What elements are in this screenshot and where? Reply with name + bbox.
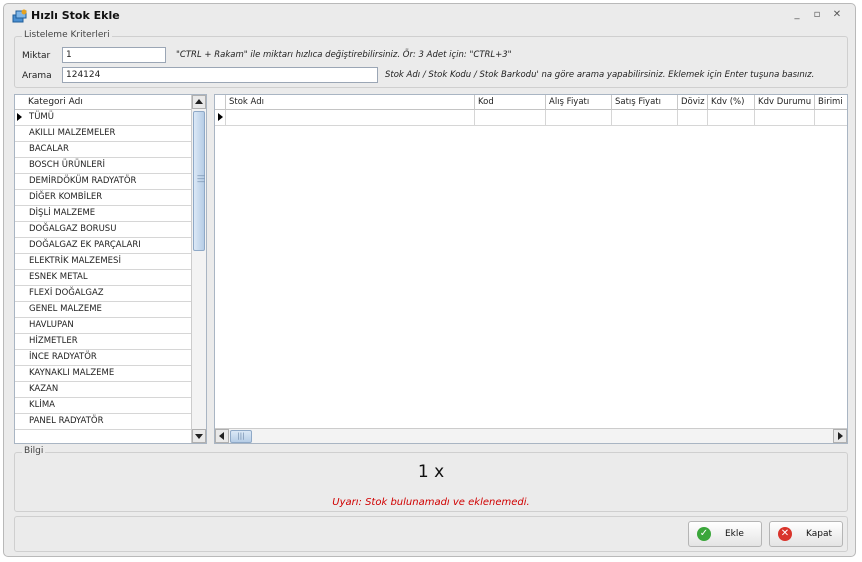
quantity-hint: "CTRL + Rakam" ile miktarı hızlıca değiş… [176,50,512,60]
scroll-down-button[interactable] [192,429,206,443]
horizontal-scroll-thumb[interactable]: ||| [230,430,252,443]
check-icon: ✓ [697,527,711,541]
close-button-label: Kapat [806,529,833,539]
category-item[interactable]: ELEKTRİK MALZEMESİ [15,254,191,270]
category-item-label: GENEL MALZEME [29,304,102,314]
grid-cell[interactable] [755,110,815,126]
category-item-label: AKILLI MALZEMELER [29,128,116,138]
search-input[interactable]: 124124 [62,67,378,83]
category-item-label: FLEXİ DOĞALGAZ [29,288,104,298]
category-item[interactable]: AKILLI MALZEMELER [15,126,191,142]
column-header[interactable]: Kod [475,95,546,110]
search-label: Arama [22,71,52,81]
search-hint: Stok Adı / Stok Kodu / Stok Barkodu' na … [385,70,815,80]
criteria-legend: Listeleme Kriterleri [22,30,112,40]
category-item[interactable]: DOĞALGAZ EK PARÇALARI [15,238,191,254]
category-list: Kategori Adı TÜMÜ AKILLI MALZEMELER BACALA… [14,94,207,444]
category-item[interactable]: KAYNAKLI MALZEME [15,366,191,382]
row-indicator [215,110,226,126]
scroll-left-button[interactable] [215,429,229,443]
current-row-icon [17,113,22,121]
column-header[interactable]: Döviz [678,95,708,110]
window-title: Hızlı Stok Ekle [31,9,120,22]
close-icon[interactable]: ✕ [830,8,844,22]
category-header: Kategori Adı [15,95,191,110]
category-item-label: DOĞALGAZ EK PARÇALARI [29,240,141,250]
scroll-right-button[interactable] [833,429,847,443]
grip-icon: — — — [197,171,205,186]
category-item-label: DOĞALGAZ BORUSU [29,224,117,234]
category-item[interactable]: ESNEK METAL [15,270,191,286]
grid-cell[interactable] [678,110,708,126]
category-item[interactable]: HİZMETLER [15,334,191,350]
category-item[interactable]: HAVLUPAN [15,318,191,334]
app-icon [12,9,27,23]
category-item-label: PANEL RADYATÖR [29,416,104,426]
quantity-display: 1 x [417,462,445,482]
category-item-label: DİĞER KOMBİLER [29,192,103,202]
category-item-label: DİŞLİ MALZEME [29,208,96,218]
category-item[interactable]: DOĞALGAZ BORUSU [15,222,191,238]
category-item-label: KLİMA [29,400,55,410]
category-item-label: TÜMÜ [29,112,54,122]
category-item[interactable]: BOSCH ÜRÜNLERİ [15,158,191,174]
column-header[interactable]: Alış Fiyatı [546,95,612,110]
category-item[interactable]: DİĞER KOMBİLER [15,190,191,206]
info-legend: Bilgi [22,446,46,456]
category-item[interactable]: BACALAR [15,142,191,158]
add-button[interactable]: ✓ Ekle [688,521,762,547]
category-item-label: KAYNAKLI MALZEME [29,368,115,378]
category-item[interactable]: KAZAN [15,382,191,398]
scroll-up-button[interactable] [192,95,206,109]
stock-grid[interactable]: Stok Adı Kod Alış Fiyatı Satış Fiyatı Dö… [214,94,848,444]
chevron-up-icon [195,99,203,104]
chevron-left-icon [219,432,224,440]
grid-cell[interactable] [815,110,847,126]
category-item[interactable]: PANEL RADYATÖR [15,414,191,430]
title-bar: Hızlı Stok Ekle _ ▫ ✕ [4,4,855,28]
category-item[interactable]: GENEL MALZEME [15,302,191,318]
add-button-label: Ekle [725,529,744,539]
category-item-label: HİZMETLER [29,336,78,346]
category-header-label: Kategori Adı [28,97,83,107]
maximize-icon[interactable]: ▫ [810,8,824,22]
category-item[interactable]: FLEXİ DOĞALGAZ [15,286,191,302]
category-item-label: ESNEK METAL [29,272,88,282]
row-indicator-header [215,95,226,110]
chevron-right-icon [838,432,843,440]
category-item-label: HAVLUPAN [29,320,74,330]
category-item-label: BACALAR [29,144,69,154]
category-item[interactable]: DİŞLİ MALZEME [15,206,191,222]
column-header[interactable]: Birimi [815,95,847,110]
grid-cell[interactable] [612,110,678,126]
category-item-label: ELEKTRİK MALZEMESİ [29,256,121,266]
close-circle-icon: ✕ [778,527,792,541]
warning-message: Uyarı: Stok bulunamadı ve eklenemedi. [332,497,530,508]
scroll-thumb[interactable]: — — — [193,111,205,251]
category-item[interactable]: İNCE RADYATÖR [15,350,191,366]
category-item[interactable]: DEMİRDÖKÜM RADYATÖR [15,174,191,190]
current-row-icon [218,113,223,121]
quantity-label: Miktar [22,51,51,61]
column-header[interactable]: Stok Adı [226,95,475,110]
grid-cell[interactable] [226,110,475,126]
grid-cell[interactable] [546,110,612,126]
column-header[interactable]: Satış Fiyatı [612,95,678,110]
category-scrollbar[interactable]: — — — [191,95,206,443]
column-header[interactable]: Kdv Durumu [755,95,815,110]
chevron-down-icon [195,434,203,439]
grid-cell[interactable] [708,110,755,126]
category-item[interactable]: KLİMA [15,398,191,414]
close-button[interactable]: ✕ Kapat [769,521,843,547]
category-item-label: KAZAN [29,384,59,394]
grid-horizontal-scrollbar[interactable]: ||| [215,428,847,443]
category-item-label: İNCE RADYATÖR [29,352,97,362]
minimize-icon[interactable]: _ [790,8,804,22]
category-item[interactable]: TÜMÜ [15,110,191,126]
grid-cell[interactable] [475,110,546,126]
category-item-label: DEMİRDÖKÜM RADYATÖR [29,176,137,186]
quantity-input[interactable]: 1 [62,47,166,63]
category-item-label: BOSCH ÜRÜNLERİ [29,160,106,170]
column-header[interactable]: Kdv (%) [708,95,755,110]
